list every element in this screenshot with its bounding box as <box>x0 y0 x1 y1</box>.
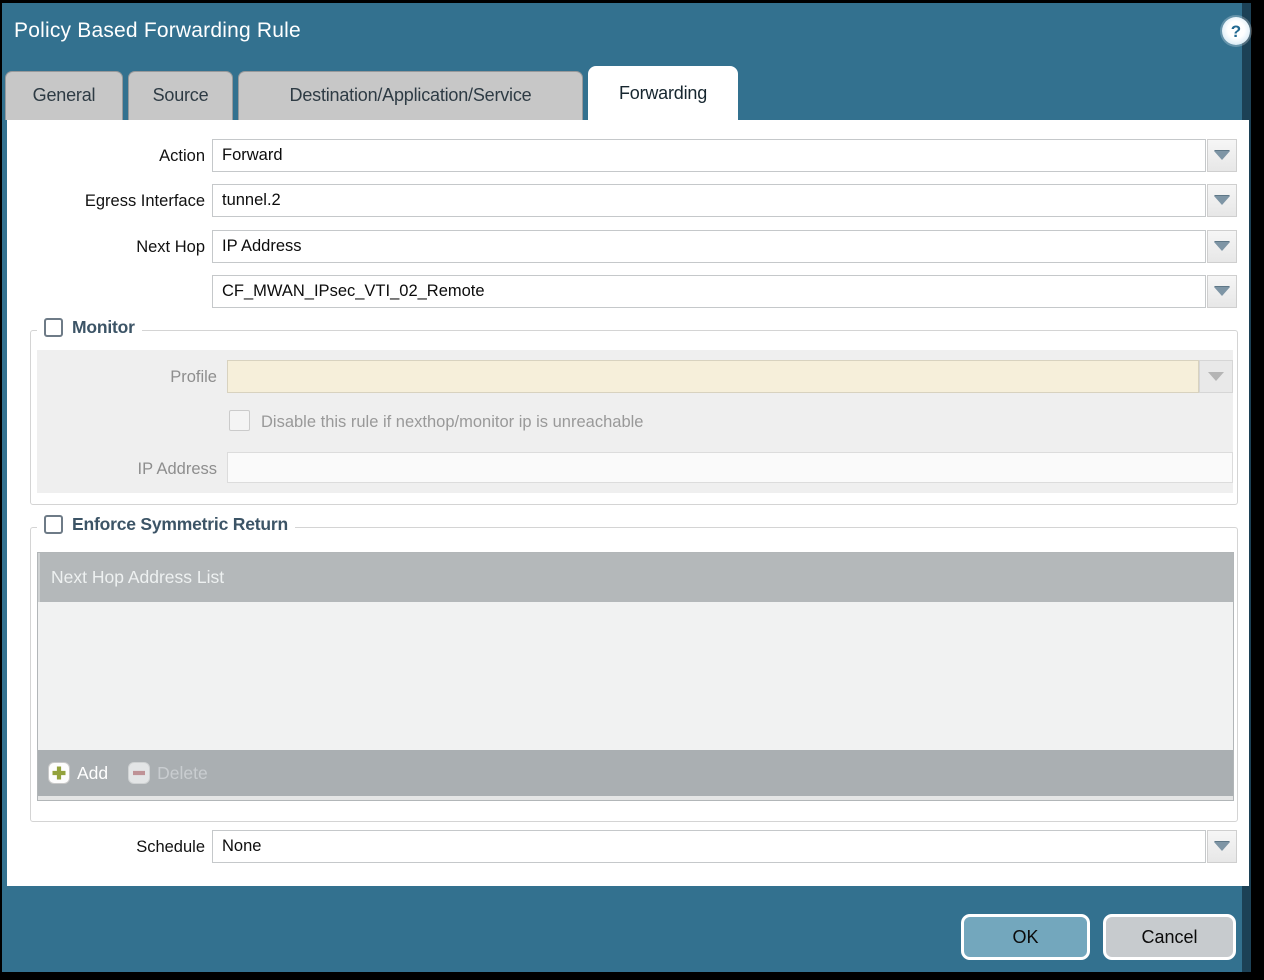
monitor-ip-address-input <box>227 452 1233 483</box>
add-button[interactable]: Add <box>48 762 108 784</box>
cancel-button[interactable]: Cancel <box>1103 914 1236 960</box>
symmetric-return-legend: Enforce Symmetric Return <box>37 514 295 535</box>
next-hop-address-dropdown-button[interactable] <box>1207 275 1237 308</box>
chevron-down-icon <box>1214 196 1230 205</box>
symmetric-return-legend-label: Enforce Symmetric Return <box>72 514 288 535</box>
chevron-down-icon <box>1208 372 1224 381</box>
help-icon: ? <box>1231 23 1241 40</box>
tab-general[interactable]: General <box>5 71 123 120</box>
tab-destination-application-service[interactable]: Destination/Application/Service <box>238 71 583 120</box>
add-button-label: Add <box>77 763 108 784</box>
dialog-title: Policy Based Forwarding Rule <box>14 19 301 43</box>
tab-forwarding[interactable]: Forwarding <box>588 66 738 120</box>
help-button[interactable]: ? <box>1222 17 1250 45</box>
tab-source[interactable]: Source <box>128 71 233 120</box>
profile-label: Profile <box>27 368 217 387</box>
monitor-legend: Monitor <box>37 317 142 338</box>
action-dropdown-button[interactable] <box>1207 139 1237 172</box>
tab-forwarding-label: Forwarding <box>619 83 707 103</box>
next-hop-address-table-header: Next Hop Address List <box>38 553 1233 602</box>
disable-rule-label: Disable this rule if nexthop/monitor ip … <box>261 413 643 432</box>
monitor-legend-label: Monitor <box>72 317 135 338</box>
next-hop-address-select[interactable]: CF_MWAN_IPsec_VTI_02_Remote <box>212 275 1206 308</box>
tab-destination-label: Destination/Application/Service <box>290 85 532 105</box>
tab-source-label: Source <box>153 85 209 105</box>
egress-interface-dropdown-button[interactable] <box>1207 184 1237 217</box>
enforce-symmetric-return-checkbox[interactable] <box>44 515 63 534</box>
next-hop-type-dropdown-button[interactable] <box>1207 230 1237 263</box>
add-icon <box>48 762 70 784</box>
next-hop-address-table-toolbar: Add Delete <box>38 750 1233 796</box>
ok-button[interactable]: OK <box>961 914 1090 960</box>
next-hop-address-table-body[interactable] <box>38 602 1233 750</box>
monitor-checkbox[interactable] <box>44 318 63 337</box>
delete-button-label: Delete <box>157 763 208 784</box>
monitor-ip-address-label: IP Address <box>27 460 217 479</box>
tab-general-label: General <box>33 85 96 105</box>
schedule-select[interactable]: None <box>212 830 1206 863</box>
next-hop-type-select[interactable]: IP Address <box>212 230 1206 263</box>
egress-interface-select[interactable]: tunnel.2 <box>212 184 1206 217</box>
profile-dropdown-button <box>1199 360 1233 393</box>
table-bottom-strip <box>38 796 1233 800</box>
schedule-label: Schedule <box>15 838 205 857</box>
egress-interface-label: Egress Interface <box>15 192 205 211</box>
profile-select <box>227 360 1199 393</box>
next-hop-address-table: Next Hop Address List Add Delete <box>37 552 1234 801</box>
chevron-down-icon <box>1214 151 1230 160</box>
schedule-dropdown-button[interactable] <box>1207 830 1237 863</box>
chevron-down-icon <box>1214 287 1230 296</box>
disable-rule-checkbox <box>229 410 250 431</box>
delete-icon <box>128 762 150 784</box>
chevron-down-icon <box>1214 842 1230 851</box>
action-select[interactable]: Forward <box>212 139 1206 172</box>
delete-button: Delete <box>128 762 208 784</box>
next-hop-label: Next Hop <box>15 238 205 257</box>
action-label: Action <box>15 147 205 166</box>
chevron-down-icon <box>1214 242 1230 251</box>
